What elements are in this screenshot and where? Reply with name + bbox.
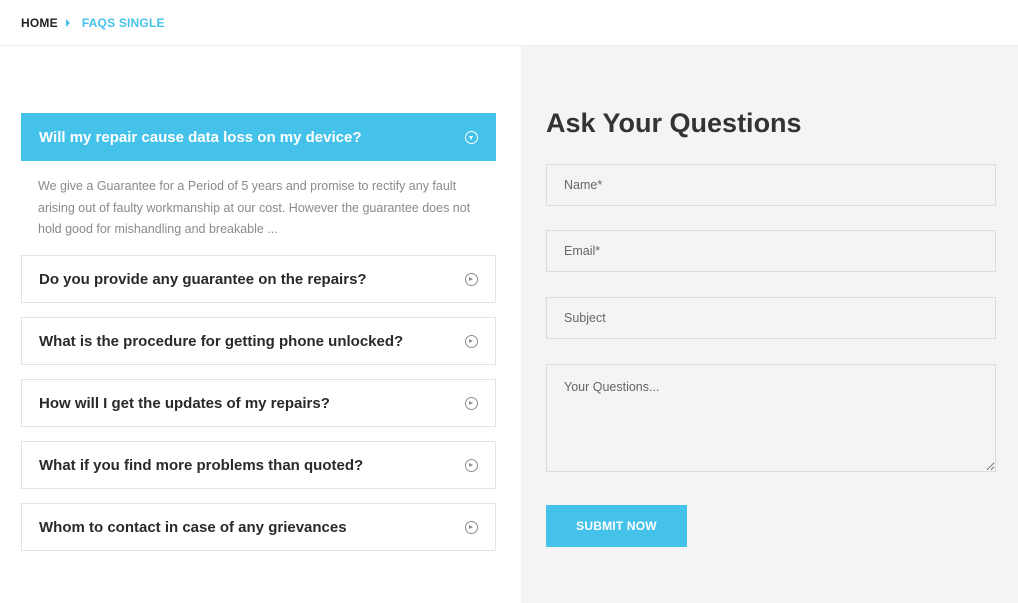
name-field[interactable] xyxy=(546,164,996,206)
faq-item[interactable]: What if you find more problems than quot… xyxy=(21,441,496,489)
faq-question: What is the procedure for getting phone … xyxy=(39,332,404,350)
questions-textarea[interactable] xyxy=(546,364,996,472)
circle-arrow-right-icon xyxy=(465,334,478,348)
faq-item-open[interactable]: Will my repair cause data loss on my dev… xyxy=(21,113,496,161)
faq-question: Do you provide any guarantee on the repa… xyxy=(39,270,367,288)
subject-field[interactable] xyxy=(546,297,996,339)
faq-item[interactable]: Whom to contact in case of any grievance… xyxy=(21,503,496,551)
faq-question: What if you find more problems than quot… xyxy=(39,456,364,474)
circle-arrow-right-icon xyxy=(465,396,478,410)
faq-question: How will I get the updates of my repairs… xyxy=(39,394,330,412)
faq-item[interactable]: Do you provide any guarantee on the repa… xyxy=(21,255,496,303)
circle-arrow-down-icon xyxy=(465,130,478,144)
submit-button[interactable]: SUBMIT NOW xyxy=(546,505,687,547)
caret-right-icon xyxy=(65,18,70,27)
circle-arrow-right-icon xyxy=(465,272,478,286)
breadcrumb-current: FAQS SINGLE xyxy=(81,15,165,30)
faq-item[interactable]: How will I get the updates of my repairs… xyxy=(21,379,496,427)
faq-question: Whom to contact in case of any grievance… xyxy=(39,518,347,536)
breadcrumb-home-link[interactable]: HOME xyxy=(21,16,58,30)
email-field[interactable] xyxy=(546,230,996,272)
faq-question: Will my repair cause data loss on my dev… xyxy=(39,128,362,146)
circle-arrow-right-icon xyxy=(465,520,478,534)
faq-answer: We give a Guarantee for a Period of 5 ye… xyxy=(38,179,471,236)
breadcrumb: HOME FAQS SINGLE xyxy=(0,0,1018,46)
circle-arrow-right-icon xyxy=(465,458,478,472)
faq-item[interactable]: What is the procedure for getting phone … xyxy=(21,317,496,365)
form-title: Ask Your Questions xyxy=(546,108,802,138)
